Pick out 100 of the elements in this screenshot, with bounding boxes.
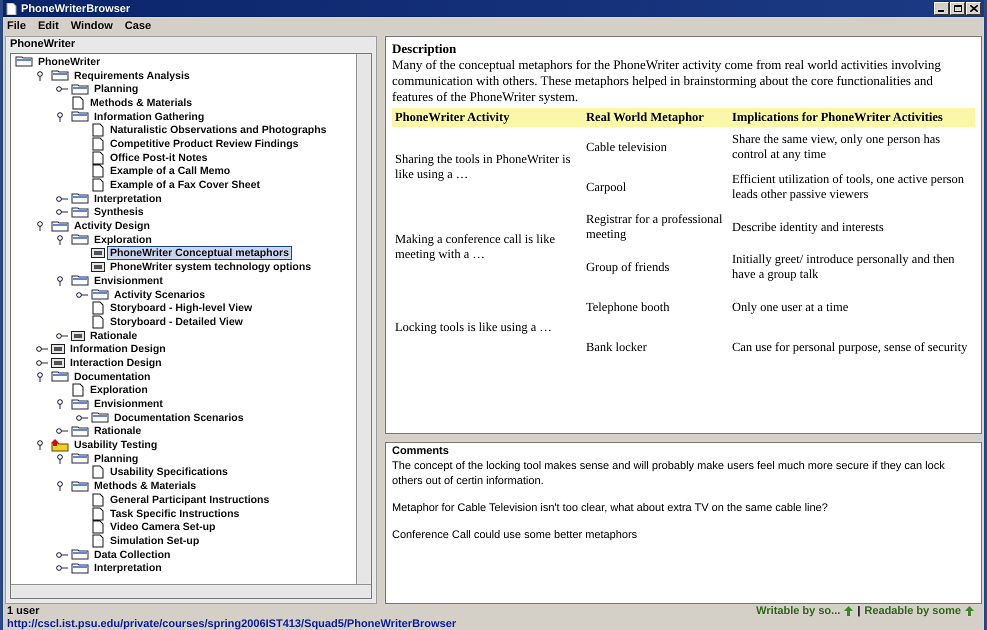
collapsed-handle-icon[interactable] xyxy=(55,207,69,218)
document-icon xyxy=(91,520,105,534)
collapsed-handle-icon[interactable] xyxy=(35,358,49,368)
tree-item[interactable]: Simulation Set-up xyxy=(107,534,202,548)
collapsed-handle-icon[interactable] xyxy=(55,84,69,94)
tree-item[interactable]: Documentation xyxy=(71,370,154,384)
image-card-icon xyxy=(71,330,85,341)
document-icon xyxy=(91,301,105,316)
tree-item[interactable]: Exploration xyxy=(91,232,155,247)
tree-item[interactable]: Rationale xyxy=(87,328,140,343)
tree-item[interactable]: Data Collection xyxy=(91,548,174,562)
tree-item[interactable]: Office Post-it Notes xyxy=(107,150,210,165)
up-arrow-icon xyxy=(844,606,854,616)
folder-icon xyxy=(51,70,69,82)
tree-item[interactable]: Planning xyxy=(91,452,142,466)
tree-item[interactable]: Task Specific Instructions xyxy=(107,506,242,521)
tree-item[interactable]: Documentation Scenarios xyxy=(111,410,247,425)
document-icon xyxy=(91,506,105,521)
tree-item[interactable]: Envisionment xyxy=(91,397,166,412)
tree-item[interactable]: Interaction Design xyxy=(67,356,165,370)
minimize-button[interactable] xyxy=(934,2,949,15)
close-button[interactable] xyxy=(966,2,981,15)
tree-item[interactable]: Activity Scenarios xyxy=(111,288,208,302)
image-card-icon xyxy=(51,344,65,354)
separator: | xyxy=(857,604,860,616)
column-header: Real World Metaphor xyxy=(583,108,729,127)
collapsed-handle-icon[interactable] xyxy=(35,344,49,354)
section-heading: Description xyxy=(392,41,458,57)
table-cell-text: Only one user at a time xyxy=(731,298,850,316)
tree-item[interactable]: Storyboard - High-level View xyxy=(107,301,256,316)
menu-item[interactable]: Case xyxy=(124,20,152,32)
url-link[interactable]: http://cscl.ist.psu.edu/private/courses/spring2006IST413/Squad5/PhoneWriterBrowser xyxy=(7,618,456,630)
image-card-icon xyxy=(91,262,105,272)
tree-item[interactable]: Video Camera Set-up xyxy=(107,520,218,534)
folder-icon xyxy=(91,412,109,424)
folder-icon xyxy=(71,206,89,218)
tree-item[interactable]: PhoneWriter system technology options xyxy=(107,260,314,274)
tree-item[interactable]: Naturalistic Observations and Photographs xyxy=(107,123,330,138)
table-cell-text: Initially greet/ introduce personally and then have a group talk xyxy=(731,251,956,283)
folder-icon xyxy=(71,111,89,122)
tree-item[interactable]: Usability Specifications xyxy=(107,465,231,480)
tree-item[interactable]: Usability Testing xyxy=(71,438,160,452)
table-cell-text: Carpool xyxy=(585,178,628,196)
table-cell-text: Locking tools is like using a … xyxy=(394,318,553,336)
tree-item[interactable]: General Participant Instructions xyxy=(107,492,272,507)
menu-item[interactable]: Edit xyxy=(38,20,59,32)
horizontal-scrollbar[interactable] xyxy=(11,584,371,598)
collapsed-handle-icon[interactable] xyxy=(75,412,89,423)
folder-icon xyxy=(71,453,89,464)
tree-item[interactable]: Methods & Materials xyxy=(87,96,196,110)
vertical-scrollbar[interactable] xyxy=(356,54,371,584)
column-header: PhoneWriter Activity xyxy=(392,108,583,127)
folder-icon xyxy=(71,562,89,574)
folder-icon xyxy=(71,275,89,286)
folder-icon xyxy=(91,289,109,300)
folder-icon xyxy=(15,56,33,68)
collapsed-handle-icon[interactable] xyxy=(55,330,69,341)
folder-icon xyxy=(71,193,89,204)
table-cell: Sharing the tools in PhoneWriter is like using a … xyxy=(392,127,583,207)
flagged-folder-icon xyxy=(51,438,69,452)
table-cell-text: Telephone booth xyxy=(585,298,670,316)
tree-item[interactable]: Exploration xyxy=(87,383,151,398)
tree-item[interactable]: Activity Design xyxy=(71,219,153,234)
user-count: 1 user xyxy=(7,604,40,616)
menu-item[interactable]: Window xyxy=(70,20,113,32)
table-cell-text: Making a conference call is like meeting with a … xyxy=(394,231,556,263)
tree-item[interactable]: Envisionment xyxy=(91,274,166,288)
table-cell-text: Registrar for a professional meeting xyxy=(585,211,724,243)
collapsed-handle-icon[interactable] xyxy=(55,426,69,436)
tree-item[interactable]: Information Gathering xyxy=(91,110,208,124)
collapsed-handle-icon[interactable] xyxy=(55,550,69,560)
document-icon xyxy=(91,465,105,480)
tree-item[interactable]: Synthesis xyxy=(91,205,147,220)
table-cell-text: Bank locker xyxy=(585,338,648,356)
tree-item[interactable]: Example of a Call Memo xyxy=(107,164,234,178)
menu-item[interactable]: File xyxy=(7,20,26,32)
tree-item[interactable]: Interpretation xyxy=(91,192,165,206)
tree-item[interactable]: PhoneWriter Conceptual metaphors xyxy=(107,246,292,260)
window-title: PhoneWriterBrowser xyxy=(21,2,132,14)
tree-item[interactable]: Competitive Product Review Findings xyxy=(107,136,302,151)
tree-item[interactable]: Requirements Analysis xyxy=(71,68,193,83)
tree-item[interactable]: Information Design xyxy=(67,342,169,356)
tree-item[interactable]: Rationale xyxy=(91,424,144,438)
tree-item[interactable]: PhoneWriter xyxy=(35,54,104,69)
comment-text: The concept of the locking tool makes sense and will probably make users feel much more secure if they can lock others out of certin information. xyxy=(392,459,946,489)
collapsed-handle-icon[interactable] xyxy=(75,290,89,300)
tree-item[interactable]: Methods & Materials xyxy=(91,479,200,494)
tree-item[interactable]: Storyboard - Detailed View xyxy=(107,314,246,329)
table-cell-text: Describe identity and interests xyxy=(731,218,885,236)
panel-title: PhoneWriter xyxy=(9,37,76,51)
document-icon xyxy=(71,383,85,398)
collapsed-handle-icon[interactable] xyxy=(55,563,69,574)
maximize-button[interactable] xyxy=(950,2,965,15)
tree-item[interactable]: Example of a Fax Cover Sheet xyxy=(107,178,263,192)
comments-title: Comments xyxy=(392,445,450,457)
tree-item[interactable]: Interpretation xyxy=(91,561,165,576)
column-header: Implications for PhoneWriter Activities xyxy=(729,108,975,127)
comment-text: Conference Call could use some better metaphors xyxy=(392,528,638,543)
tree-item[interactable]: Planning xyxy=(91,82,142,96)
collapsed-handle-icon[interactable] xyxy=(55,194,69,204)
